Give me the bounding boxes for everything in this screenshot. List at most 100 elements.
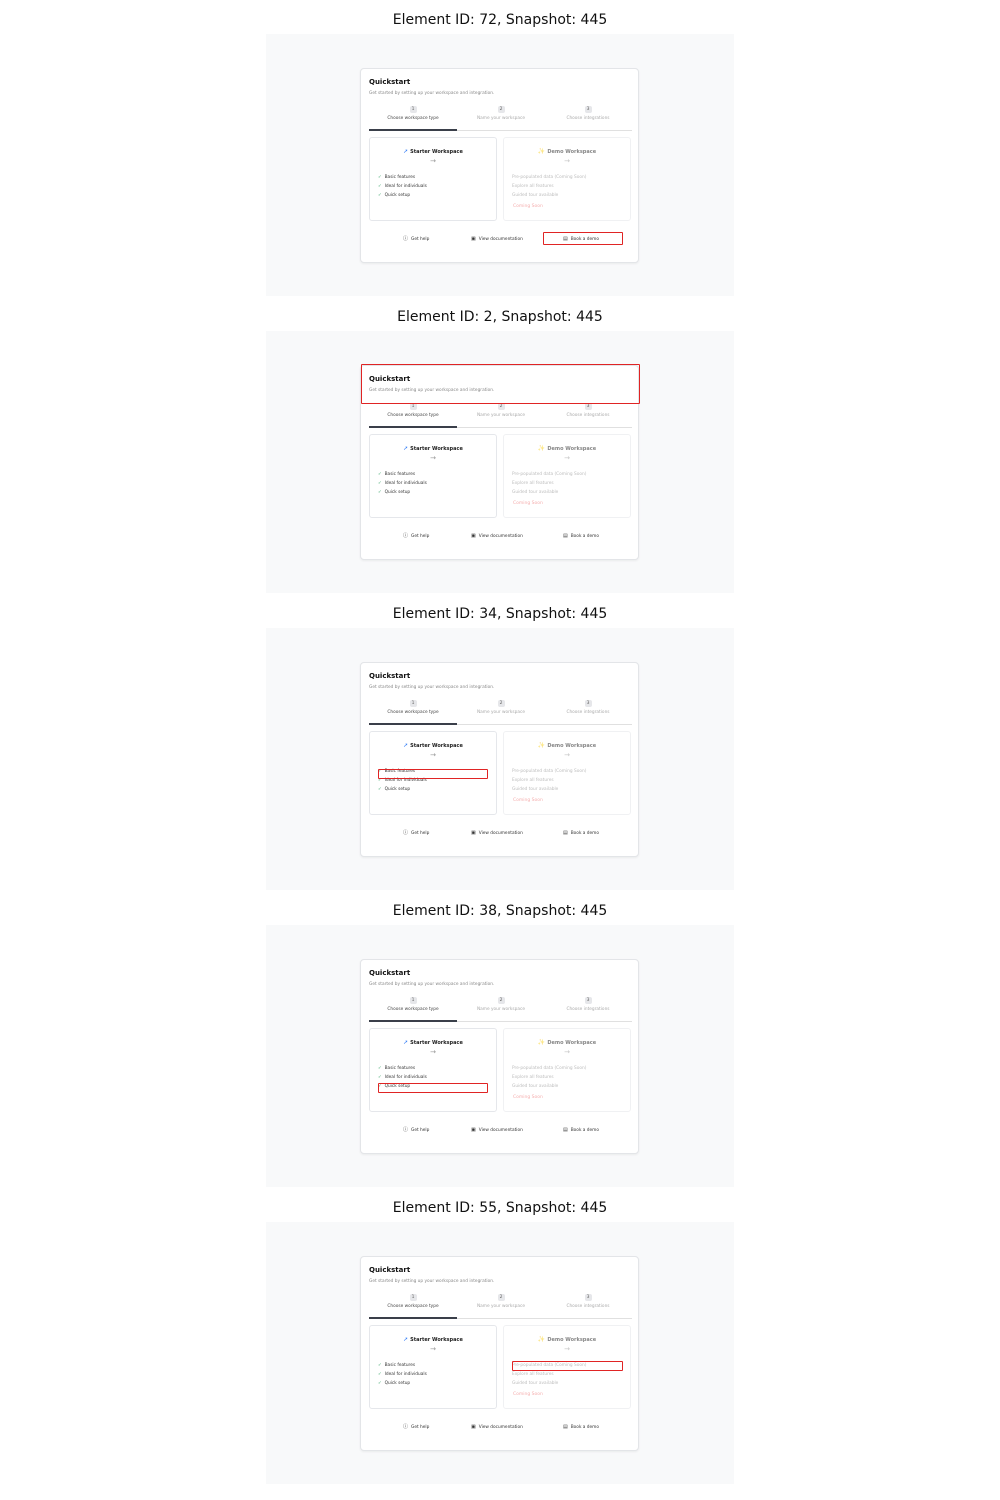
- check-icon: ✓: [378, 787, 382, 792]
- coming-soon-badge: Coming Soon: [513, 1392, 543, 1397]
- page-title: Quickstart: [369, 1266, 411, 1274]
- arrow-right-icon: →: [430, 157, 436, 165]
- step-name-workspace[interactable]: 2 Name your workspace: [457, 700, 545, 725]
- step-choose-workspace-type[interactable]: 1 Choose workspace type: [369, 700, 457, 725]
- feature-item: ✓ Quick setup: [378, 1381, 410, 1386]
- step-number: 2: [497, 700, 505, 707]
- step-name-workspace[interactable]: 2 Name your workspace: [457, 403, 545, 428]
- step-indicator: [369, 723, 457, 725]
- check-icon: ✓: [378, 778, 382, 783]
- book-demo-label: Book a demo: [570, 1425, 599, 1430]
- book-demo-button[interactable]: ▤ Book a demo: [563, 827, 599, 839]
- arrow-right-icon: →: [564, 1345, 570, 1353]
- demo-workspace-card: ✨ Demo Workspace → Pre-populated data (Co…: [503, 731, 631, 815]
- book-demo-label: Book a demo: [570, 237, 599, 242]
- book-demo-label: Book a demo: [570, 534, 599, 539]
- get-help-button[interactable]: ⓘ Get help: [403, 530, 429, 542]
- view-documentation-button[interactable]: ▣ View documentation: [471, 530, 523, 542]
- feature-item: ✓ Basic features: [378, 472, 415, 477]
- page-subtitle: Get started by setting up your workspace…: [369, 1279, 495, 1284]
- feature-item: Pre-populated data (Coming Soon): [512, 1363, 587, 1368]
- get-help-button[interactable]: ⓘ Get help: [403, 233, 429, 245]
- page-title: Quickstart: [369, 672, 411, 680]
- step-indicator: [544, 724, 632, 725]
- feature-item: Pre-populated data (Coming Soon): [512, 769, 587, 774]
- get-help-button[interactable]: ⓘ Get help: [403, 827, 429, 839]
- book-icon: ▣: [471, 236, 476, 242]
- feature-label: Quick setup: [384, 787, 411, 792]
- get-help-label: Get help: [411, 831, 430, 836]
- rocket-icon: ➚: [403, 148, 409, 155]
- help-circle-icon: ⓘ: [403, 830, 409, 836]
- step-choose-integrations[interactable]: 3 Choose integrations: [544, 403, 632, 428]
- demo-workspace-label: Demo Workspace: [547, 1040, 597, 1046]
- step-indicator: [544, 427, 632, 428]
- feature-item: ✓ Ideal for individuals: [378, 184, 427, 189]
- step-name-workspace[interactable]: 2 Name your workspace: [457, 1294, 545, 1319]
- book-demo-button[interactable]: ▤ Book a demo: [563, 530, 599, 542]
- get-help-button[interactable]: ⓘ Get help: [403, 1124, 429, 1136]
- quickstart-card: Quickstart Get started by setting up you…: [360, 365, 639, 560]
- page-subtitle: Get started by setting up your workspace…: [369, 982, 495, 987]
- step-choose-integrations[interactable]: 3 Choose integrations: [544, 1294, 632, 1319]
- step-choose-workspace-type[interactable]: 1 Choose workspace type: [369, 106, 457, 131]
- step-label: Choose integrations: [566, 1007, 610, 1012]
- demo-workspace-label: Demo Workspace: [547, 149, 597, 155]
- view-documentation-button[interactable]: ▣ View documentation: [471, 233, 523, 245]
- step-choose-workspace-type[interactable]: 1 Choose workspace type: [369, 997, 457, 1022]
- coming-soon-badge: Coming Soon: [513, 204, 543, 209]
- starter-workspace-card[interactable]: ➚ Starter Workspace → ✓ Basic features ✓ Id…: [369, 1325, 497, 1409]
- step-choose-integrations[interactable]: 3 Choose integrations: [544, 106, 632, 131]
- step-choose-workspace-type[interactable]: 1 Choose workspace type: [369, 403, 457, 428]
- feature-item: Explore all features: [512, 184, 554, 189]
- arrow-right-icon: →: [430, 1048, 436, 1056]
- calendar-icon: ▤: [563, 830, 568, 836]
- starter-workspace-title: ➚ Starter Workspace: [370, 1336, 496, 1343]
- book-demo-button[interactable]: ▤ Book a demo: [563, 1124, 599, 1136]
- feature-item: Explore all features: [512, 481, 554, 486]
- step-indicator: [369, 426, 457, 428]
- starter-workspace-card[interactable]: ➚ Starter Workspace → ✓ Basic features ✓ Id…: [369, 434, 497, 518]
- step-indicator: [369, 1317, 457, 1319]
- starter-workspace-label: Starter Workspace: [410, 743, 463, 749]
- view-documentation-button[interactable]: ▣ View documentation: [471, 1124, 523, 1136]
- step-choose-integrations[interactable]: 3 Choose integrations: [544, 700, 632, 725]
- book-icon: ▣: [471, 533, 476, 539]
- starter-workspace-card[interactable]: ➚ Starter Workspace → ✓ Basic features ✓ Id…: [369, 731, 497, 815]
- feature-label: Ideal for individuals: [384, 481, 427, 486]
- screenshot-area: Quickstart Get started by setting up you…: [266, 1222, 734, 1484]
- sparkle-icon: ✨: [537, 1039, 546, 1046]
- feature-label: Basic features: [384, 472, 416, 477]
- screenshot-area: Quickstart Get started by setting up you…: [266, 34, 734, 296]
- sparkle-icon: ✨: [537, 148, 546, 155]
- panel-caption: Element ID: 38, Snapshot: 445: [392, 903, 608, 919]
- get-help-button[interactable]: ⓘ Get help: [403, 1421, 429, 1433]
- starter-workspace-label: Starter Workspace: [410, 1337, 463, 1343]
- feature-item: Pre-populated data (Coming Soon): [512, 472, 587, 477]
- step-label: Choose integrations: [566, 116, 610, 121]
- step-choose-integrations[interactable]: 3 Choose integrations: [544, 997, 632, 1022]
- panel-caption: Element ID: 72, Snapshot: 445: [392, 12, 608, 28]
- step-choose-workspace-type[interactable]: 1 Choose workspace type: [369, 1294, 457, 1319]
- step-name-workspace[interactable]: 2 Name your workspace: [457, 106, 545, 131]
- step-label: Choose workspace type: [387, 710, 439, 715]
- book-icon: ▣: [471, 1424, 476, 1430]
- book-demo-button[interactable]: ▤ Book a demo: [563, 1421, 599, 1433]
- screenshot-panel: Element ID: 72, Snapshot: 445 Quickstart…: [0, 0, 1000, 297]
- coming-soon-badge: Coming Soon: [513, 501, 543, 506]
- check-icon: ✓: [378, 1363, 382, 1368]
- check-icon: ✓: [378, 472, 382, 477]
- step-label: Choose integrations: [566, 1304, 610, 1309]
- starter-workspace-card[interactable]: ➚ Starter Workspace → ✓ Basic features ✓ Id…: [369, 137, 497, 221]
- starter-workspace-title: ➚ Starter Workspace: [370, 1039, 496, 1046]
- rocket-icon: ➚: [403, 742, 409, 749]
- view-documentation-button[interactable]: ▣ View documentation: [471, 1421, 523, 1433]
- page-subtitle: Get started by setting up your workspace…: [369, 388, 495, 393]
- feature-label: Quick setup: [384, 193, 411, 198]
- step-name-workspace[interactable]: 2 Name your workspace: [457, 997, 545, 1022]
- book-demo-button[interactable]: ▤ Book a demo: [563, 233, 599, 245]
- step-number: 2: [497, 997, 505, 1004]
- view-documentation-button[interactable]: ▣ View documentation: [471, 827, 523, 839]
- starter-workspace-card[interactable]: ➚ Starter Workspace → ✓ Basic features ✓ Id…: [369, 1028, 497, 1112]
- step-label: Choose workspace type: [387, 1304, 439, 1309]
